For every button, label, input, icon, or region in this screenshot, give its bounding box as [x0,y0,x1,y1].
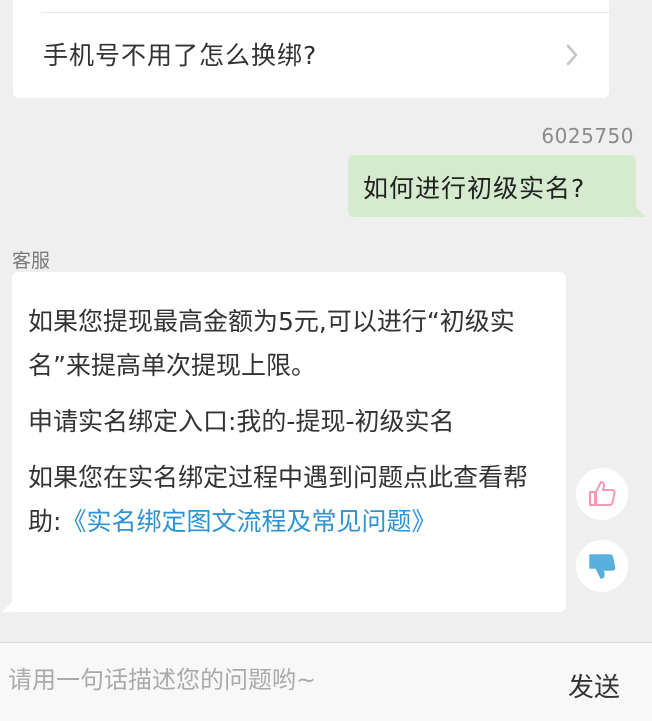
user-message-text: 如何进行初级实名? [363,174,586,203]
faq-card: 手机号不用了怎么换绑? [13,0,609,98]
thumbs-up-icon [589,481,616,506]
agent-paragraph-1: 如果您提现最高金额为5元,可以进行“初级实名”来提高单次提现上限。 [28,307,515,380]
message-input[interactable] [8,643,548,717]
agent-paragraph-2: 申请实名绑定入口:我的-提现-初级实名 [28,407,455,436]
thumbs-down-icon [589,554,616,579]
chevron-right-icon[interactable] [565,44,579,66]
bubble-tail [2,600,14,612]
like-button[interactable] [576,468,628,520]
help-link[interactable]: 《实名绑定图文流程及常见问题》 [61,507,436,536]
agent-paragraph-3: 如果您在实名绑定过程中遇到问题点此查看帮助:《实名绑定图文流程及常见问题》 [28,456,556,544]
faq-item-change-phone[interactable]: 手机号不用了怎么换绑? [43,36,317,72]
dislike-button[interactable] [576,540,628,592]
faq-divider [41,12,609,13]
bubble-tail [634,205,646,217]
agent-sender-label: 客服 [12,250,51,272]
send-button[interactable]: 发送 [568,667,620,704]
input-bar: 发送 [0,642,652,721]
agent-message-bubble: 如果您提现最高金额为5元,可以进行“初级实名”来提高单次提现上限。 申请实名绑定… [2,272,566,612]
user-message-bubble: 如何进行初级实名? [348,155,646,217]
agent-message-content: 如果您提现最高金额为5元,可以进行“初级实名”来提高单次提现上限。 申请实名绑定… [28,300,556,556]
user-id-label: 6025750 [541,124,634,148]
